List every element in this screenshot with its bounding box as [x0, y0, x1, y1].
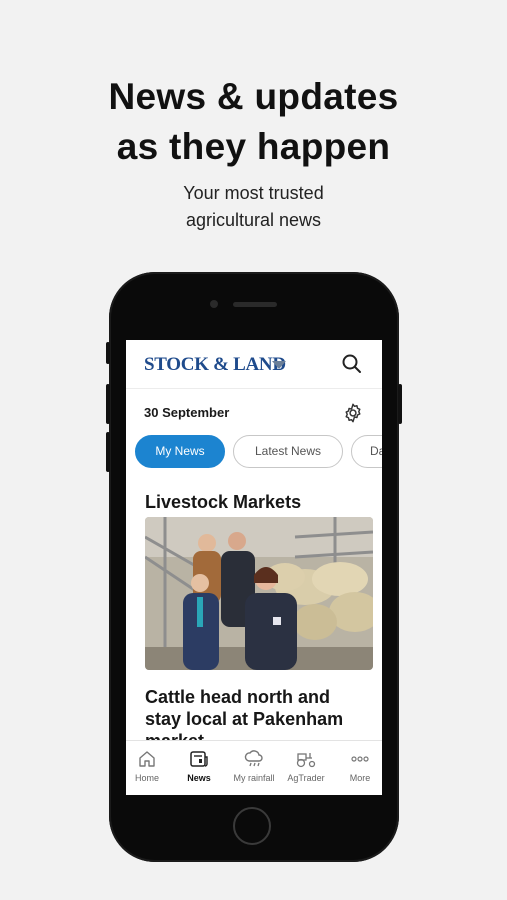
bottom-navigation: Home News My rainfall AgTrader More — [126, 740, 382, 795]
phone-frame: STOCK & LAND 30 September My News Latest… — [106, 272, 402, 862]
promo-subtitle-line1: Your most trusted — [183, 183, 324, 203]
promo-headline-line2: as they happen — [116, 126, 391, 167]
settings-button[interactable] — [342, 402, 364, 424]
section-title[interactable]: Livestock Markets — [145, 492, 301, 513]
news-icon — [190, 751, 208, 767]
promo-headline: News & updates as they happen — [0, 72, 507, 172]
stock-and-land-logo[interactable]: STOCK & LAND — [144, 354, 286, 376]
app-screen: STOCK & LAND 30 September My News Latest… — [126, 340, 382, 795]
article-hero-image[interactable] — [145, 517, 373, 670]
nav-news[interactable]: News — [182, 741, 216, 795]
home-icon — [139, 751, 155, 767]
app-header: STOCK & LAND — [126, 340, 382, 389]
nav-agtrader-label: AgTrader — [287, 773, 325, 783]
tab-my-news[interactable]: My News — [135, 435, 225, 468]
livestock-market-photo — [145, 517, 373, 670]
nav-home-label: Home — [134, 773, 159, 783]
nav-my-rainfall-label: My rainfall — [233, 773, 275, 783]
nav-agtrader[interactable]: AgTrader — [286, 741, 326, 795]
power-button — [398, 384, 402, 424]
rain-cloud-icon — [244, 750, 263, 767]
promo-headline-line1: News & updates — [108, 76, 399, 117]
volume-up-button — [106, 384, 110, 424]
current-date: 30 September — [144, 405, 230, 420]
tractor-icon — [296, 753, 316, 768]
nav-my-rainfall[interactable]: My rainfall — [230, 741, 278, 795]
volume-down-button — [106, 432, 110, 472]
tab-latest-news[interactable]: Latest News — [233, 435, 343, 468]
promo-subtitle: Your most trusted agricultural news — [0, 180, 507, 234]
phone-home-button[interactable] — [233, 807, 271, 845]
nav-news-label: News — [187, 773, 211, 783]
search-icon — [342, 354, 361, 373]
nav-home[interactable]: Home — [130, 741, 164, 795]
chevron-down-icon[interactable] — [272, 361, 286, 369]
nav-more[interactable]: More — [344, 741, 376, 795]
front-camera — [210, 300, 218, 308]
promo-subtitle-line2: agricultural news — [185, 210, 322, 230]
more-dots-icon — [351, 756, 369, 762]
earpiece-speaker — [233, 302, 277, 307]
logo-text: STOCK & LAND — [144, 354, 286, 375]
search-button[interactable] — [338, 350, 366, 378]
gear-icon — [345, 403, 361, 423]
tab-partial[interactable]: Da — [351, 435, 382, 468]
mute-switch — [106, 342, 110, 364]
nav-more-label: More — [349, 773, 371, 783]
